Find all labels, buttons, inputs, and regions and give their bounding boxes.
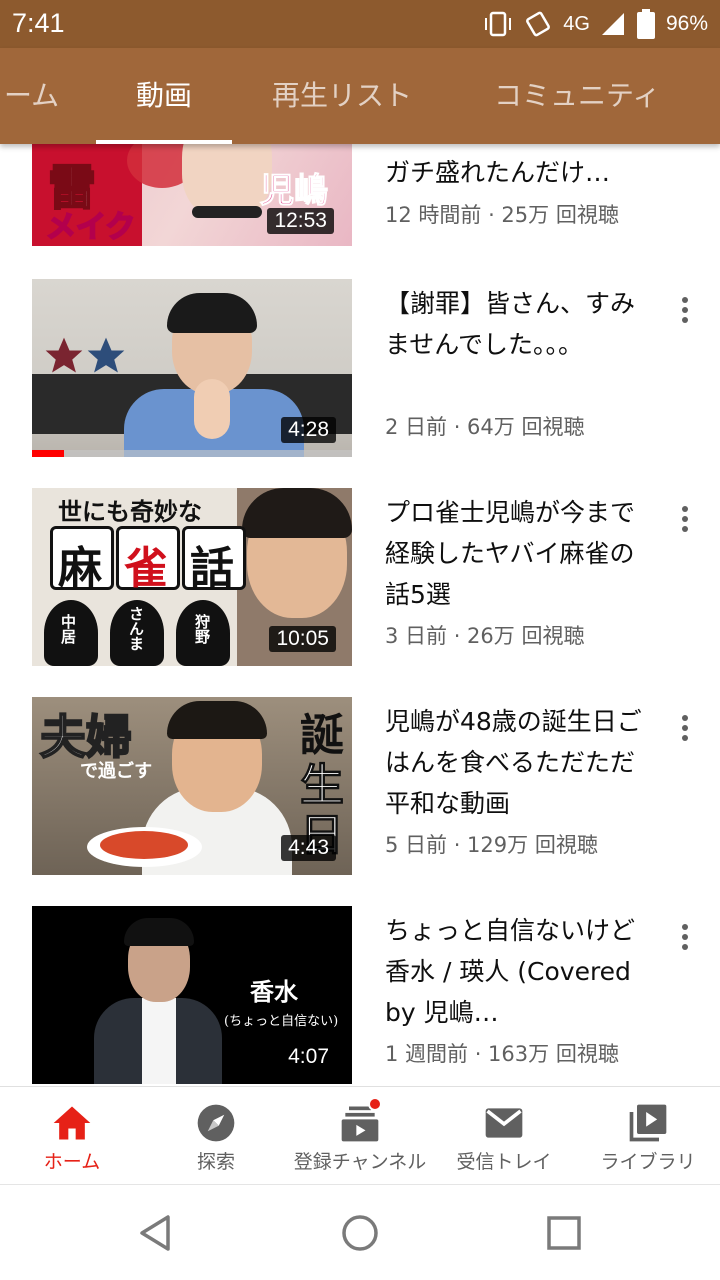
- nav-home-label: ホーム: [43, 1151, 101, 1173]
- thumb-text: 香水: [250, 977, 298, 1006]
- status-icons: 4G 96%: [483, 6, 708, 42]
- nav-home[interactable]: ホーム: [0, 1087, 144, 1185]
- explore-icon: [197, 1104, 235, 1142]
- star-decoration-icon: [87, 337, 125, 373]
- video-thumbnail[interactable]: 世にも奇妙な 麻 雀 話 中居 さんま 狩野 10:05: [32, 488, 352, 666]
- video-title[interactable]: 児嶋が48歳の誕生日ごはんを食べるただただ平和な動画: [385, 701, 655, 824]
- library-icon: [629, 1104, 667, 1142]
- more-options-button[interactable]: [676, 922, 694, 952]
- status-time: 7:41: [12, 8, 65, 38]
- vibrate-icon: [485, 11, 512, 37]
- thumb-text: 麻: [58, 543, 102, 594]
- video-title[interactable]: プロ雀士児嶋が今まで経験したヤバイ麻雀の話5選: [385, 492, 655, 615]
- nav-subscriptions-label: 登録チャンネル: [293, 1151, 427, 1173]
- nav-subscriptions[interactable]: 登録チャンネル: [288, 1087, 432, 1185]
- back-icon[interactable]: [136, 1213, 176, 1253]
- bottom-navigation: ホーム 探索 登録チャンネル 受信トレイ ライブラリ: [0, 1086, 720, 1184]
- video-duration: 10:05: [269, 626, 336, 652]
- nav-library-label: ライブラリ: [600, 1151, 696, 1173]
- video-meta: 1 週間前 · 163万 回視聴: [385, 1042, 619, 1066]
- inbox-icon: [485, 1108, 523, 1138]
- system-navigation-bar: [0, 1184, 720, 1280]
- home-icon: [53, 1106, 91, 1140]
- video-thumbnail[interactable]: 夫婦 で過ごす 誕 生 日 4:43: [32, 697, 352, 875]
- battery-level: 96%: [665, 12, 708, 35]
- status-bar: 7:41 4G 96%: [0, 0, 720, 48]
- video-item[interactable]: 香水 (ちょっと自信ない) 4:07 ちょっと自信ないけど香水 / 瑛人 (Co…: [0, 906, 720, 1084]
- recents-icon[interactable]: [544, 1213, 584, 1253]
- thumb-text: 中居: [59, 614, 77, 644]
- video-meta: 12 時間前 · 25万 回視聴: [385, 203, 619, 227]
- video-title[interactable]: 【謝罪】皆さん、すみませんでした。。。: [385, 283, 655, 365]
- video-thumbnail[interactable]: 雷 メイク 児嶋 12:53: [32, 144, 352, 246]
- video-thumbnail[interactable]: 香水 (ちょっと自信ない) 4:07: [32, 906, 352, 1084]
- thumb-text: 狩野: [193, 614, 211, 644]
- thumb-text: メイク: [45, 209, 136, 246]
- thumb-text: さんま: [127, 606, 145, 651]
- home-circle-icon[interactable]: [340, 1213, 380, 1253]
- tab-playlists[interactable]: 再生リスト: [272, 48, 412, 144]
- video-meta: 2 日前 · 64万 回視聴: [385, 415, 585, 439]
- more-options-button[interactable]: [676, 713, 694, 743]
- video-duration: 4:28: [281, 417, 336, 443]
- active-tab-indicator: [96, 140, 232, 144]
- nav-inbox[interactable]: 受信トレイ: [432, 1087, 576, 1185]
- video-item[interactable]: 夫婦 で過ごす 誕 生 日 4:43 児嶋が48歳の誕生日ごはんを食べるただただ…: [0, 697, 720, 875]
- more-options-button[interactable]: [676, 295, 694, 325]
- video-duration: 12:53: [267, 208, 334, 234]
- video-item[interactable]: 世にも奇妙な 麻 雀 話 中居 さんま 狩野 10:05 プロ雀士児嶋が今まで経…: [0, 488, 720, 666]
- more-options-button[interactable]: [676, 504, 694, 534]
- network-type: 4G: [563, 12, 590, 35]
- video-meta: 3 日前 · 26万 回視聴: [385, 624, 585, 648]
- video-meta: 5 日前 · 129万 回視聴: [385, 833, 598, 857]
- video-duration: 4:43: [281, 835, 336, 861]
- video-item[interactable]: 4:28 【謝罪】皆さん、すみませんでした。。。 2 日前 · 64万 回視聴: [0, 279, 720, 457]
- watch-progress-bar: [32, 450, 352, 457]
- thumb-text: 雀: [124, 543, 168, 594]
- thumb-text: (ちょっと自信ない): [224, 1014, 339, 1029]
- nav-library[interactable]: ライブラリ: [576, 1087, 720, 1185]
- thumb-text: 世にも奇妙な: [58, 498, 202, 526]
- rotate-icon: [526, 11, 551, 37]
- star-decoration-icon: [45, 337, 83, 373]
- tab-home[interactable]: ーム: [4, 48, 59, 144]
- channel-tabs: ーム 動画 再生リスト コミュニティ: [0, 48, 720, 144]
- tab-videos[interactable]: 動画: [136, 48, 192, 144]
- thumb-text: で過ごす: [80, 761, 153, 782]
- video-list: 雷 メイク 児嶋 12:53 ガチ盛れたんだけ… 12 時間前 · 25万 回視…: [0, 144, 720, 1086]
- signal-icon: [601, 13, 624, 35]
- nav-explore-label: 探索: [196, 1151, 235, 1173]
- video-duration: 4:07: [288, 1045, 329, 1068]
- video-item[interactable]: 雷 メイク 児嶋 12:53 ガチ盛れたんだけ… 12 時間前 · 25万 回視…: [0, 144, 720, 246]
- video-title[interactable]: ガチ盛れたんだけ…: [385, 152, 685, 193]
- battery-icon: [636, 9, 655, 39]
- nav-inbox-label: 受信トレイ: [456, 1151, 552, 1173]
- tab-community[interactable]: コミュニティ: [494, 48, 660, 144]
- notification-badge: [368, 1097, 382, 1111]
- thumb-text: 話: [190, 543, 234, 594]
- video-title[interactable]: ちょっと自信ないけど香水 / 瑛人 (Covered by 児嶋…: [385, 910, 655, 1033]
- thumb-text: 児嶋: [260, 171, 329, 212]
- nav-explore[interactable]: 探索: [144, 1087, 288, 1185]
- video-thumbnail[interactable]: 4:28: [32, 279, 352, 457]
